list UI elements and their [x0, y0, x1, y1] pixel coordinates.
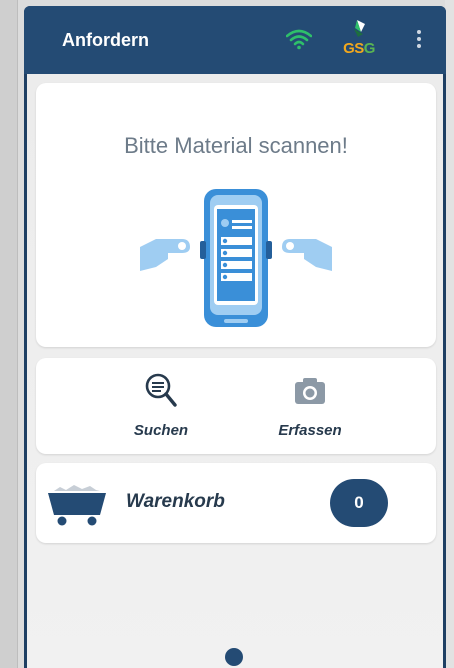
cart-card[interactable]: Warenkorb 0: [36, 463, 436, 543]
logo-letter-s: S: [354, 40, 364, 57]
app-bar: Anfordern GSG: [24, 6, 446, 74]
search-button[interactable]: Suchen: [91, 358, 231, 454]
camera-icon: [295, 378, 325, 404]
capture-label: Erfassen: [278, 422, 342, 439]
more-vert-icon[interactable]: [416, 30, 422, 50]
scan-prompt: Bitte Material scannen!: [124, 133, 348, 158]
main-content: Bitte Material scannen! Suchen Erfassen …: [27, 74, 443, 668]
window-right-edge: [445, 0, 454, 668]
page-indicator-dot: [225, 648, 243, 666]
right-hand-icon: [282, 239, 332, 271]
left-hand-icon: [140, 239, 190, 271]
phone-screen: Anfordern GSG Bitte Material scannen! Su…: [24, 6, 446, 668]
cart-label: Warenkorb: [126, 491, 225, 512]
capture-button[interactable]: Erfassen: [240, 358, 380, 454]
window-left-edge: [0, 0, 18, 668]
wifi-icon: [286, 29, 312, 50]
actions-card: Suchen Erfassen: [36, 358, 436, 454]
page-title: Anfordern: [62, 30, 149, 50]
scan-card: Bitte Material scannen!: [36, 83, 436, 347]
scanner-device-icon: [140, 189, 332, 327]
cart-icon: [48, 485, 106, 526]
logo-letter-g2: G: [363, 40, 376, 57]
search-label: Suchen: [133, 422, 189, 439]
cart-count-badge: 0: [330, 479, 388, 527]
search-document-icon: [145, 373, 177, 407]
logo-letter-g1: G: [343, 40, 355, 57]
gsg-logo: GSG: [342, 18, 376, 62]
